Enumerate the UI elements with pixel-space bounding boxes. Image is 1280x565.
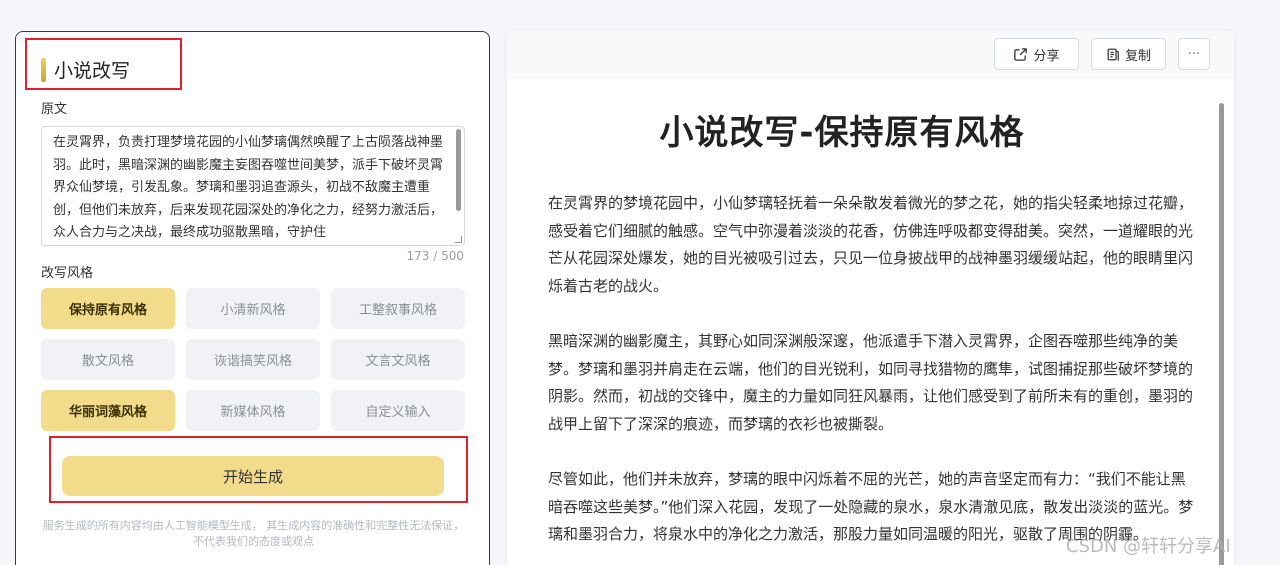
result-paragraph: 黑暗深渊的幽影魔主，其野心如同深渊般深邃，他派遣手下潜入灵霄界，企图吞噬那些纯净… <box>548 331 1194 433</box>
style-option[interactable]: 工整叙事风格 <box>331 288 465 329</box>
style-option[interactable]: 散文风格 <box>41 339 175 380</box>
style-option[interactable]: 文言文风格 <box>331 339 465 380</box>
style-option[interactable]: 自定义输入 <box>331 390 465 431</box>
style-option[interactable]: 诙谐搞笑风格 <box>186 339 320 380</box>
result-title: 小说改写-保持原有风格 <box>659 113 1025 153</box>
style-option[interactable]: 保持原有风格 <box>41 288 175 329</box>
panel-title: 小说改写 <box>54 60 131 82</box>
generate-button[interactable]: 开始生成 <box>62 456 444 496</box>
style-option[interactable]: 新媒体风格 <box>186 390 320 431</box>
resize-handle-icon[interactable] <box>455 236 462 243</box>
style-label: 改写风格 <box>41 266 94 281</box>
more-icon: ··· <box>1187 46 1201 62</box>
result-paragraph: 在灵霄界的梦境花园中，小仙梦璃轻抚着一朵朵散发着微光的梦之花，她的指尖轻柔地掠过… <box>548 194 1194 295</box>
copy-button[interactable]: 复制 <box>1091 38 1166 70</box>
title-accent-bar <box>41 58 46 82</box>
rewrite-settings-panel: 小说改写 原文 在灵霄界，负责打理梦境花园的小仙梦璃偶然唤醒了上古陨落战神墨羽。… <box>15 31 490 565</box>
result-scrollbar[interactable] <box>1219 103 1224 565</box>
share-icon <box>1014 47 1028 61</box>
more-options-button[interactable]: ··· <box>1178 38 1210 70</box>
original-text-input[interactable]: 在灵霄界，负责打理梦境花园的小仙梦璃偶然唤醒了上古陨落战神墨羽。此时，黑暗深渊的… <box>41 126 465 246</box>
share-button[interactable]: 分享 <box>994 38 1079 70</box>
copy-icon <box>1107 48 1119 61</box>
char-count: 173 / 500 <box>406 249 464 263</box>
share-label: 分享 <box>1033 48 1060 64</box>
original-text-content: 在灵霄界，负责打理梦境花园的小仙梦璃偶然唤醒了上古陨落战神墨羽。此时，黑暗深渊的… <box>53 135 444 240</box>
app-root: 小说改写 原文 在灵霄界，负责打理梦境花园的小仙梦璃偶然唤醒了上古陨落战神墨羽。… <box>0 0 1280 565</box>
disclaimer-text: 服务生成的所有内容均由人工智能模型生成， 其生成内容的准确性和完整性无法保证， … <box>42 519 465 548</box>
style-option[interactable]: 小清新风格 <box>186 288 320 329</box>
result-body: 在灵霄界的梦境花园中，小仙梦璃轻抚着一朵朵散发着微光的梦之花，她的指尖轻柔地掠过… <box>548 190 1194 565</box>
watermark: CSDN @轩轩分享AI <box>1066 536 1231 557</box>
result-panel: 分享 复制 ··· 小说改写-保持原有风格 在灵霄界的梦境花园中，小仙梦璃轻抚着… <box>507 31 1234 565</box>
original-text-scrollbar[interactable] <box>456 129 461 211</box>
style-options: 保持原有风格 小清新风格 工整叙事风格散文风格 诙谐搞笑风格 文言文风格华丽词藻风格 新媒… <box>41 288 465 431</box>
style-option[interactable]: 华丽词藻风格 <box>41 390 175 431</box>
original-text-label: 原文 <box>41 102 68 117</box>
copy-label: 复制 <box>1124 48 1151 64</box>
